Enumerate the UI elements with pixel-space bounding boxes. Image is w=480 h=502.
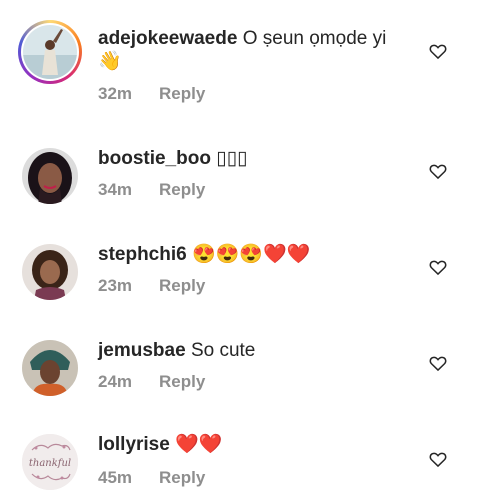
heart-outline-icon[interactable]: [428, 353, 448, 373]
avatar-photo: [23, 25, 77, 79]
comment-username[interactable]: stephchi6: [98, 244, 187, 265]
comment-username[interactable]: adejokeewaede: [98, 28, 237, 49]
comment-username[interactable]: boostie_boo: [98, 148, 211, 169]
avatar-photo: thankful: [22, 434, 78, 490]
story-ring: [18, 20, 82, 84]
comment-text: stephchi6 😍😍😍❤️❤️: [98, 243, 428, 267]
comment-item: thankful lollyrise ❤️❤️ 45m Reply: [0, 384, 480, 490]
heart-outline-icon[interactable]: [428, 449, 448, 469]
comment-username[interactable]: jemusbae: [98, 340, 186, 361]
avatar[interactable]: thankful: [22, 434, 78, 490]
comment-item: boostie_boo ▯▯▯ 34m Reply: [0, 96, 480, 204]
comment-text: adejokeewaede O ṣeun ọmọde yi: [98, 27, 428, 51]
heart-outline-icon[interactable]: [428, 257, 448, 277]
reply-button[interactable]: Reply: [159, 468, 205, 487]
comment-body: So cute: [190, 340, 256, 361]
heart-outline-icon[interactable]: [428, 41, 448, 61]
comment-text: boostie_boo ▯▯▯: [98, 147, 428, 171]
comment-body: 😍😍😍❤️❤️: [191, 244, 311, 265]
comment-text: jemusbae So cute: [98, 339, 428, 363]
comment-body: O ṣeun ọmọde yi: [242, 28, 387, 49]
comment-body: ▯▯▯: [216, 148, 248, 169]
comment-item: adejokeewaede O ṣeun ọmọde yi 👋 32m Reply: [0, 0, 480, 103]
heart-outline-icon[interactable]: [428, 161, 448, 181]
comment-username[interactable]: lollyrise: [98, 434, 170, 455]
comment-item: jemusbae So cute 24m Reply: [0, 288, 480, 396]
comment-body-line2: 👋: [98, 51, 122, 72]
comment-meta: 45m Reply: [98, 468, 205, 488]
comment-text: lollyrise ❤️❤️: [98, 433, 428, 457]
comment-timestamp: 45m: [98, 468, 133, 487]
comment-item: stephchi6 😍😍😍❤️❤️ 23m Reply: [0, 192, 480, 300]
avatar-caption: thankful: [29, 458, 71, 469]
thankful-avatar-artwork: thankful: [22, 434, 78, 490]
avatar[interactable]: [18, 20, 82, 84]
comment-body: ❤️❤️: [175, 434, 223, 455]
